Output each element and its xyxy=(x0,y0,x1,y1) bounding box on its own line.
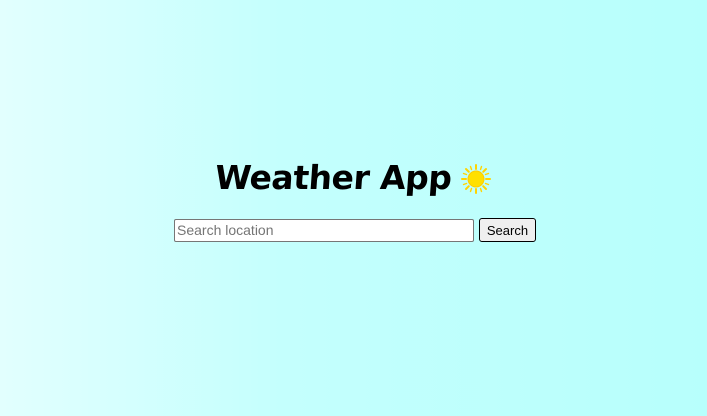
app-title: Weather App xyxy=(213,157,454,197)
search-input[interactable] xyxy=(174,218,474,242)
sun-icon xyxy=(460,163,492,195)
search-button[interactable]: Search xyxy=(479,218,536,242)
title-row: Weather App xyxy=(0,152,707,202)
search-bar: Search xyxy=(174,218,536,242)
weather-app: Weather App Search location Search xyxy=(0,0,707,416)
